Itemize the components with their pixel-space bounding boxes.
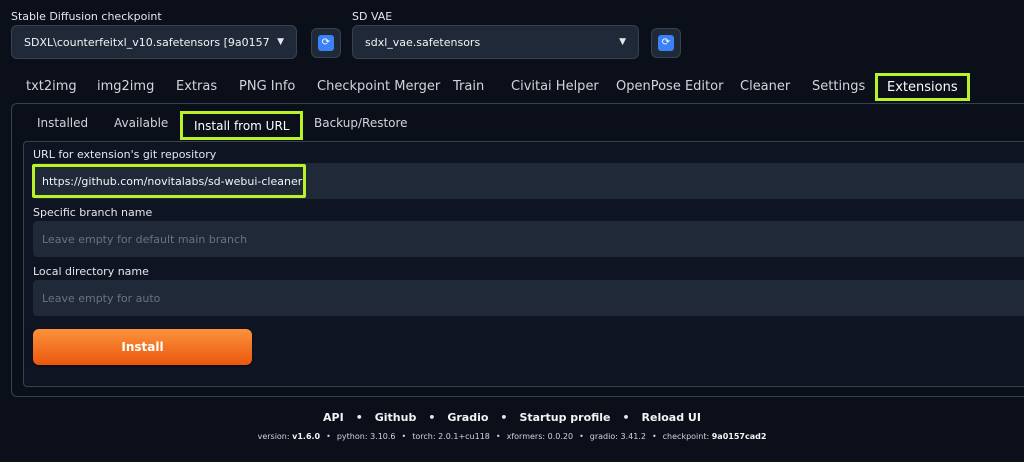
footer-link-github[interactable]: Github xyxy=(375,411,417,424)
subtab-available[interactable]: Available xyxy=(114,116,168,130)
refresh-icon: ⟳ xyxy=(318,35,334,51)
vae-value: sdxl_vae.safetensors xyxy=(365,35,481,49)
branch-label: Specific branch name xyxy=(33,206,153,219)
separator: • xyxy=(401,432,407,441)
checkpoint-value: SDXL\counterfeitxl_v10.safetensors [9a01… xyxy=(24,35,269,49)
footer-link-gradio[interactable]: Gradio xyxy=(447,411,488,424)
branch-input[interactable]: Leave empty for default main branch xyxy=(33,221,1024,257)
footer-links: API • Github • Gradio • Startup profile • Reload… xyxy=(0,411,1024,424)
url-label: URL for extension's git repository xyxy=(33,148,217,161)
vae-label: SD VAE xyxy=(352,10,393,23)
chevron-down-icon: ▼ xyxy=(277,37,284,47)
dir-input[interactable]: Leave empty for auto xyxy=(33,280,1024,316)
separator: • xyxy=(579,432,584,441)
tab-txt2img[interactable]: txt2img xyxy=(26,79,77,94)
checkpoint-select[interactable]: SDXL\counterfeitxl_v10.safetensors [9a01… xyxy=(11,25,297,59)
dir-label: Local directory name xyxy=(33,265,149,278)
tab-checkpoint-merger[interactable]: Checkpoint Merger xyxy=(317,79,440,94)
gradio-version: gradio: 3.41.2 xyxy=(589,432,646,441)
separator: • xyxy=(622,411,630,424)
footer-link-reload-ui[interactable]: Reload UI xyxy=(642,411,701,424)
torch-version: torch: 2.0.1+cu118 xyxy=(412,432,490,441)
install-button[interactable]: Install xyxy=(33,329,252,365)
vae-refresh-button[interactable]: ⟳ xyxy=(651,28,681,58)
tab-img2img[interactable]: img2img xyxy=(97,79,154,94)
footer-link-api[interactable]: API xyxy=(323,411,344,424)
refresh-icon: ⟳ xyxy=(658,35,674,51)
separator: • xyxy=(500,411,508,424)
version-value: v1.6.0 xyxy=(292,432,321,441)
python-version: python: 3.10.6 xyxy=(336,432,396,441)
tab-openpose-editor[interactable]: OpenPose Editor xyxy=(616,79,723,94)
url-input-highlight xyxy=(32,164,306,198)
tab-settings[interactable]: Settings xyxy=(812,79,865,94)
vae-select[interactable]: sdxl_vae.safetensors ▼ xyxy=(352,25,639,59)
tab-extras[interactable]: Extras xyxy=(176,79,217,94)
separator: • xyxy=(495,432,501,441)
subtab-installed[interactable]: Installed xyxy=(37,116,88,130)
checkpoint-label: Stable Diffusion checkpoint xyxy=(11,10,162,23)
subtab-backup-restore[interactable]: Backup/Restore xyxy=(314,116,408,130)
tab-png-info[interactable]: PNG Info xyxy=(239,79,295,94)
tab-cleaner[interactable]: Cleaner xyxy=(740,79,790,94)
separator: • xyxy=(428,411,436,424)
subtab-install-from-url[interactable]: Install from URL xyxy=(180,111,304,140)
checkpoint-hash: 9a0157cad2 xyxy=(711,432,767,441)
tab-civitai-helper[interactable]: Civitai Helper xyxy=(511,79,599,94)
chevron-down-icon: ▼ xyxy=(619,37,626,47)
footer-link-startup-profile[interactable]: Startup profile xyxy=(519,411,610,424)
xformers-version: xformers: 0.0.20 xyxy=(506,432,574,441)
version-label: version: xyxy=(257,432,290,441)
separator: • xyxy=(326,432,331,441)
tab-train[interactable]: Train xyxy=(453,79,484,94)
checkpoint-label-footer: checkpoint: xyxy=(662,432,710,441)
tab-extensions[interactable]: Extensions xyxy=(875,73,970,101)
footer-versions: version: v1.6.0 • python: 3.10.6 • torch: 2.… xyxy=(0,432,1024,441)
checkpoint-refresh-button[interactable]: ⟳ xyxy=(311,28,341,58)
separator: • xyxy=(355,411,363,424)
separator: • xyxy=(651,432,657,441)
